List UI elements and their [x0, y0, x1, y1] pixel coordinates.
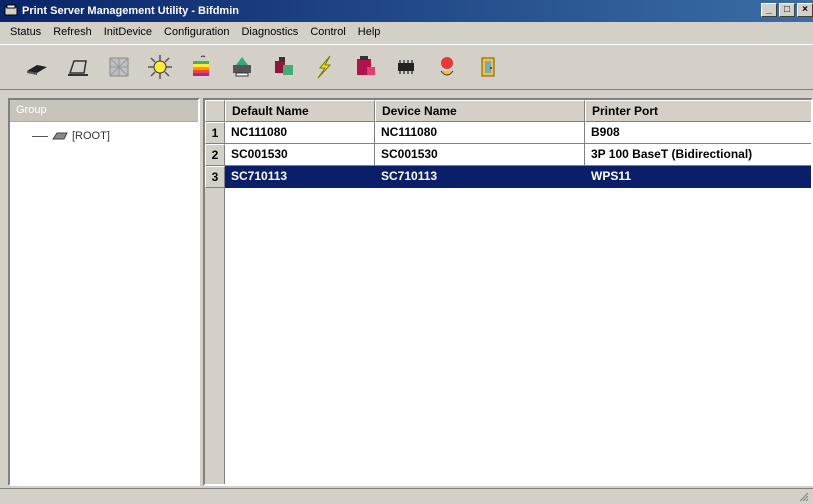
table-row-selected[interactable]: 3 SC710113 SC710113 WPS11: [205, 166, 811, 188]
default-name-cell: SC001530: [225, 144, 375, 166]
tree-root-label: [ROOT]: [72, 130, 110, 142]
grid-disabled-button[interactable]: [102, 50, 136, 84]
lightning-icon: [317, 55, 332, 79]
exit-door-icon: [481, 57, 495, 77]
table-header-row: Default Name Device Name Printer Port: [205, 100, 811, 122]
maximize-button[interactable]: □: [779, 3, 795, 17]
menu-bar: Status Refresh InitDevice Configuration …: [0, 22, 813, 42]
menu-status[interactable]: Status: [4, 26, 47, 38]
network-hub-icon: [148, 55, 172, 79]
table-row[interactable]: 1 NC111080 NC111080 B908: [205, 122, 811, 144]
device-table: Default Name Device Name Printer Port 1 …: [203, 98, 813, 486]
toolbar: [0, 44, 813, 90]
chip-button[interactable]: [389, 50, 423, 84]
default-name-cell: NC111080: [225, 122, 375, 144]
printer-color-icon: [233, 57, 251, 77]
printer-red-icon: [357, 56, 375, 75]
title-bar: Print Server Management Utility - Bifdmi…: [0, 0, 813, 22]
corner-cell: [205, 100, 225, 122]
group-header: Group: [10, 100, 198, 122]
device-name-cell: SC710113: [375, 166, 585, 188]
printer-port-cell: 3P 100 BaseT (Bidirectional): [585, 144, 811, 166]
column-header-printer-port[interactable]: Printer Port: [585, 100, 811, 122]
printer-server-icon: [52, 132, 68, 140]
row-number[interactable]: 1: [205, 122, 225, 144]
default-name-cell: SC710113: [225, 166, 375, 188]
device-config-button[interactable]: [266, 50, 300, 84]
column-header-default-name[interactable]: Default Name: [225, 100, 375, 122]
device-name-cell: NC111080: [375, 122, 585, 144]
device-config-icon: [275, 57, 293, 75]
group-tree-pane: Group [ROOT]: [8, 98, 200, 486]
printer-port-cell: WPS11: [585, 166, 811, 188]
printer-color-button[interactable]: [225, 50, 259, 84]
device-name-cell: SC001530: [375, 144, 585, 166]
exit-button[interactable]: [471, 50, 505, 84]
printer-port-cell: B908: [585, 122, 811, 144]
status-bar: [0, 488, 813, 504]
column-header-device-name[interactable]: Device Name: [375, 100, 585, 122]
eraser-icon: [27, 65, 47, 75]
upgrade-button[interactable]: [430, 50, 464, 84]
grid-disabled-icon: [109, 57, 129, 77]
apple-icon: [193, 55, 209, 76]
table-row[interactable]: 2 SC001530 SC001530 3P 100 BaseT (Bidire…: [205, 144, 811, 166]
eraser-tool-button[interactable]: [20, 50, 54, 84]
row-number[interactable]: 2: [205, 144, 225, 166]
tree-connector: [32, 135, 48, 137]
menu-diagnostics[interactable]: Diagnostics: [235, 26, 304, 38]
printer-outline-icon: [68, 60, 88, 76]
menu-initdevice[interactable]: InitDevice: [98, 26, 158, 38]
window-title: Print Server Management Utility - Bifdmi…: [22, 5, 239, 17]
printer-red-button[interactable]: [348, 50, 382, 84]
menu-refresh[interactable]: Refresh: [47, 26, 98, 38]
tree-root-node[interactable]: [ROOT]: [32, 130, 110, 142]
printer-outline-button[interactable]: [61, 50, 95, 84]
menu-control[interactable]: Control: [304, 26, 351, 38]
window-controls: _ □ ×: [761, 3, 813, 17]
apple-button[interactable]: [184, 50, 218, 84]
chip-icon: [398, 60, 414, 74]
menu-configuration[interactable]: Configuration: [158, 26, 235, 38]
network-hub-button[interactable]: [143, 50, 177, 84]
resize-grip-icon[interactable]: [799, 492, 809, 502]
row-number[interactable]: 3: [205, 166, 225, 188]
close-button[interactable]: ×: [797, 3, 813, 17]
menu-help[interactable]: Help: [352, 26, 387, 38]
minimize-button[interactable]: _: [761, 3, 777, 17]
upgrade-icon: [440, 57, 454, 76]
app-icon: [4, 4, 18, 16]
lightning-button[interactable]: [307, 50, 341, 84]
